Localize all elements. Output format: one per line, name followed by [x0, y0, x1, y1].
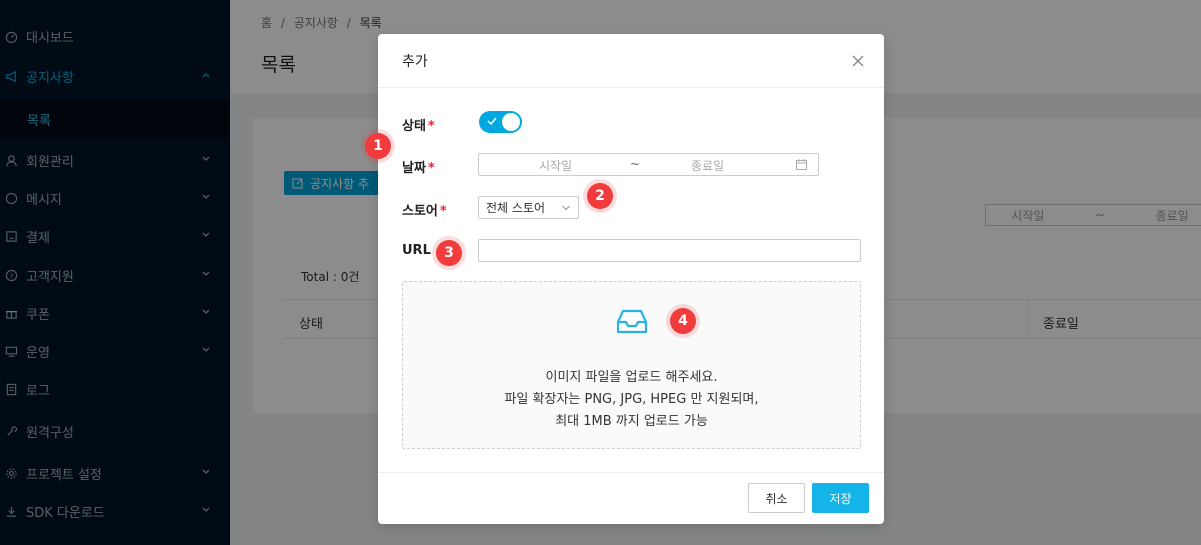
toggle-knob	[502, 113, 520, 131]
status-label: 상태 *	[402, 119, 435, 134]
date-tilde: ~	[630, 157, 641, 171]
date-label: 날짜 *	[402, 161, 435, 176]
url-input[interactable]	[478, 239, 861, 262]
date-range-picker[interactable]: 시작일 ~ 종료일	[478, 153, 819, 176]
calendar-icon	[796, 159, 807, 170]
status-toggle[interactable]	[479, 111, 522, 133]
step-badge-1: 1	[365, 133, 391, 159]
dialog-title: 추가	[378, 34, 884, 88]
step-badge-2: 2	[587, 183, 613, 209]
upload-hint-line3: 최대 1MB 까지 업로드 가능	[555, 414, 708, 429]
close-icon[interactable]	[850, 53, 866, 69]
required-mark: *	[427, 161, 435, 176]
cancel-button[interactable]: 취소	[748, 483, 805, 513]
store-select-value: 전체 스토어	[486, 201, 546, 215]
date-start-input[interactable]: 시작일	[539, 157, 572, 174]
image-upload-dropzone[interactable]: 이미지 파일을 업로드 해주세요. 파일 확장자는 PNG, JPG, HPEG…	[402, 281, 861, 449]
step-badge-4: 4	[670, 308, 696, 334]
required-mark: *	[439, 204, 447, 219]
add-dialog: 추가 상태 * 날짜 * 시작일 ~ 종료일 스토어 * 전체 스토어 URL 이미지…	[378, 34, 884, 524]
store-label: 스토어 *	[402, 204, 447, 219]
url-label: URL	[402, 243, 431, 258]
date-end-input[interactable]: 종료일	[691, 157, 724, 174]
inbox-icon	[616, 309, 648, 334]
check-icon	[487, 117, 497, 126]
step-badge-3: 3	[436, 240, 462, 266]
dialog-footer: 취소 저장	[378, 472, 884, 524]
required-mark: *	[427, 119, 435, 134]
store-select[interactable]: 전체 스토어	[478, 196, 579, 219]
upload-hint-line2: 파일 확장자는 PNG, JPG, HPEG 만 지원되며,	[504, 392, 759, 407]
save-button[interactable]: 저장	[812, 483, 869, 513]
chevron-down-icon	[562, 205, 570, 211]
upload-hint-line1: 이미지 파일을 업로드 해주세요.	[545, 370, 718, 385]
